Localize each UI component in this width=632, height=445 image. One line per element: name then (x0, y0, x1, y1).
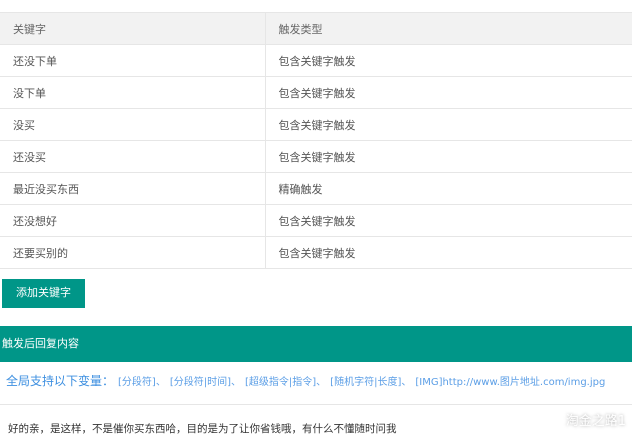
top-spacer (0, 0, 632, 12)
column-header-trigger-type: 触发类型 (265, 12, 632, 45)
table-row[interactable]: 最近没买东西 精确触发 (0, 172, 632, 205)
trigger-type-cell: 包含关键字触发 (265, 108, 632, 141)
variables-lead-text: 全局支持以下变量： (6, 374, 115, 388)
add-keyword-button[interactable]: 添加关键字 (2, 279, 85, 308)
trigger-type-cell: 精确触发 (265, 172, 632, 205)
keyword-cell: 还没下单 (0, 44, 266, 77)
variable-token: [超级指令|指令]、 (245, 377, 327, 388)
keyword-table: 关键字 触发类型 还没下单 包含关键字触发 没下单 包含关键字触发 没买 包含关键字触发还… (0, 12, 632, 269)
column-header-keyword: 关键字 (0, 12, 266, 45)
variables-list: [分段符]、 [分段符|时间]、 [超级指令|指令]、 [随机字符|长度]、 [IMG]… (114, 375, 605, 388)
keyword-cell: 最近没买东西 (0, 172, 266, 205)
table-row[interactable]: 没下单 包含关键字触发 (0, 76, 632, 109)
table-row[interactable]: 还没买 包含关键字触发 (0, 140, 632, 173)
variable-token: [随机字符|长度]、 (330, 377, 412, 388)
trigger-type-cell: 包含关键字触发 (265, 76, 632, 109)
reply-content-text: 好的亲，是这样，不是催你买东西哈，目的是为了让你省钱哦，有什么不懂随时问我 (8, 423, 397, 435)
trigger-type-cell: 包含关键字触发 (265, 236, 632, 269)
global-variables-line: 全局支持以下变量： [分段符]、 [分段符|时间]、 [超级指令|指令]、 [随机字符|… (6, 372, 632, 390)
table-row[interactable]: 还没下单 包含关键字触发 (0, 44, 632, 77)
keyword-table-body: 还没下单 包含关键字触发 没下单 包含关键字触发 没买 包含关键字触发 还没买 包含关键字触发… (0, 44, 632, 269)
variable-token: [分段符|时间]、 (169, 377, 241, 388)
keyword-cell: 没买 (0, 108, 266, 141)
table-row[interactable]: 没买 包含关键字触发 (0, 108, 632, 141)
trigger-type-cell: 包含关键字触发 (265, 204, 632, 237)
variable-token: [IMG]http://www.图片地址.com/img.jpg (415, 377, 606, 388)
watermark-text: 淘金之路1 (565, 413, 626, 429)
table-row[interactable]: 还没想好 包含关键字触发 (0, 204, 632, 237)
wechat-official-icon (541, 412, 560, 427)
reply-section-title: 触发后回复内容 (2, 337, 79, 350)
watermark: 淘金之路1 (541, 408, 626, 430)
trigger-type-cell: 包含关键字触发 (265, 140, 632, 173)
keyword-cell: 还没想好 (0, 204, 266, 237)
keyword-cell: 还没买 (0, 140, 266, 173)
reply-content-input[interactable]: 好的亲，是这样，不是催你买东西哈，目的是为了让你省钱哦，有什么不懂随时问我 (0, 404, 632, 445)
trigger-type-cell: 包含关键字触发 (265, 44, 632, 77)
keyword-reply-page: 关键字 触发类型 还没下单 包含关键字触发 没下单 包含关键字触发 没买 包含关键字触发还… (0, 0, 632, 445)
keyword-cell: 没下单 (0, 76, 266, 109)
variable-token: [分段符]、 (118, 377, 166, 388)
reply-section-header: 触发后回复内容 (0, 326, 632, 362)
table-row[interactable]: 还要买别的 包含关键字触发 (0, 236, 632, 269)
keyword-cell: 还要买别的 (0, 236, 266, 269)
table-header-row: 关键字 触发类型 (0, 12, 632, 45)
